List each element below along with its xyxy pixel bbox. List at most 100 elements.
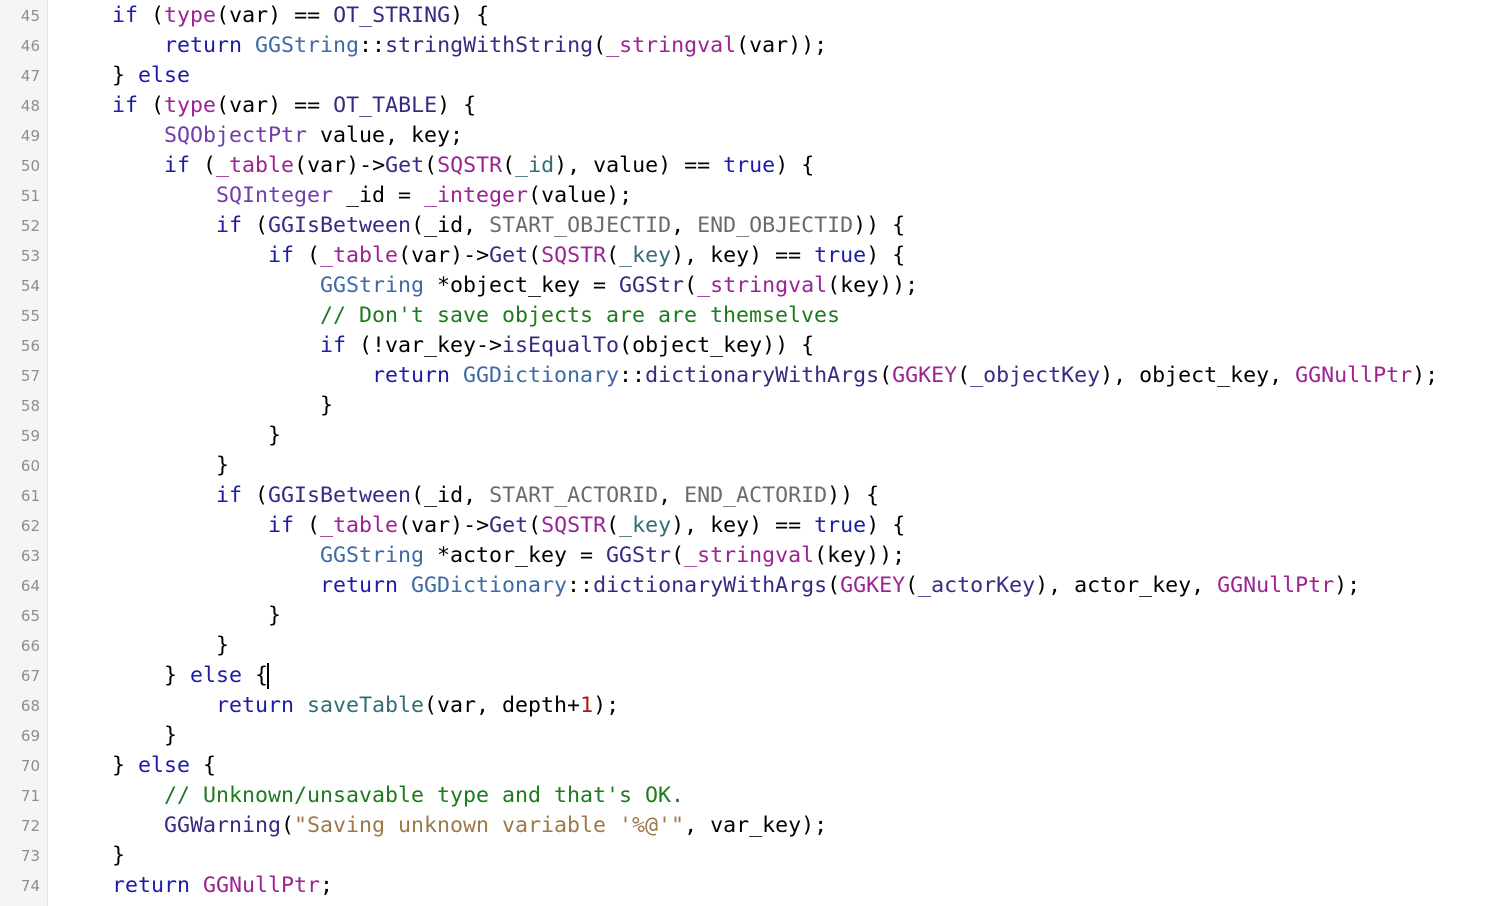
code-line[interactable]: 54 GGString *object_key = GGStr(_stringv…	[0, 271, 1500, 301]
constant-token: END_ACTORID	[684, 483, 828, 508]
code-content[interactable]: if (type(var) == OT_TABLE) {	[60, 91, 476, 121]
code-content[interactable]: // Don't save objects are are themselves	[60, 301, 840, 331]
keyword-token: else	[138, 753, 191, 778]
line-number: 46	[20, 37, 40, 55]
code-content[interactable]: }	[60, 421, 281, 451]
code-content[interactable]: GGString *object_key = GGStr(_stringval(…	[60, 271, 918, 301]
macro-token: OT_TABLE	[333, 93, 438, 118]
method-token: Get	[489, 243, 529, 268]
code-text: {	[242, 663, 269, 688]
variable-token: _id	[515, 153, 555, 178]
code-content[interactable]: }	[60, 451, 229, 481]
code-line[interactable]: 69 }	[0, 721, 1500, 751]
code-line[interactable]: 56 if (!var_key->isEqualTo(object_key)) …	[0, 331, 1500, 361]
code-line[interactable]: 63 GGString *actor_key = GGStr(_stringva…	[0, 541, 1500, 571]
code-text: (	[424, 153, 438, 178]
code-line[interactable]: 47 } else	[0, 61, 1500, 91]
code-line[interactable]: 62 if (_table(var)->Get(SQSTR(_key), key…	[0, 511, 1500, 541]
code-line[interactable]: 67 } else {	[0, 661, 1500, 691]
variable-token: _key	[619, 243, 672, 268]
code-text: ::	[567, 573, 594, 598]
code-line[interactable]: 55 // Don't save objects are are themsel…	[0, 301, 1500, 331]
function-token: GGKEY	[840, 573, 906, 598]
method-token: stringWithString	[385, 33, 594, 58]
code-line[interactable]: 74 return GGNullPtr;	[0, 871, 1500, 901]
method-token: GGStr	[619, 273, 685, 298]
code-line[interactable]: 68 return saveTable(var, depth+1);	[0, 691, 1500, 721]
function-token: _stringval	[684, 543, 815, 568]
number-token: 1	[580, 693, 594, 718]
code-line[interactable]: 45 if (type(var) == OT_STRING) {	[0, 1, 1500, 31]
code-content[interactable]: if (GGIsBetween(_id, START_OBJECTID, END…	[60, 211, 905, 241]
code-line[interactable]: 50 if (_table(var)->Get(SQSTR(_id), valu…	[0, 151, 1500, 181]
code-line[interactable]: 60 }	[0, 451, 1500, 481]
code-content[interactable]: }	[60, 601, 281, 631]
function-token: _table	[320, 243, 399, 268]
code-text: (var)->	[398, 243, 490, 268]
code-content[interactable]: }	[60, 721, 177, 751]
code-content[interactable]: } else	[60, 61, 190, 91]
code-content[interactable]: if (_table(var)->Get(SQSTR(_key), key) =…	[60, 511, 905, 541]
code-content[interactable]: return GGDictionary::dictionaryWithArgs(…	[60, 571, 1360, 601]
code-line[interactable]: 65 }	[0, 601, 1500, 631]
code-text: ;	[320, 873, 334, 898]
code-line[interactable]: 57 return GGDictionary::dictionaryWithAr…	[0, 361, 1500, 391]
line-number: 63	[20, 547, 40, 565]
keyword-token: true	[814, 243, 867, 268]
code-line[interactable]: 51 SQInteger _id = _integer(value);	[0, 181, 1500, 211]
code-text: }	[164, 723, 178, 748]
code-line[interactable]: 72 GGWarning("Saving unknown variable '%…	[0, 811, 1500, 841]
code-content[interactable]: return GGDictionary::dictionaryWithArgs(…	[60, 361, 1438, 391]
code-text: (	[905, 573, 919, 598]
code-line[interactable]: 52 if (GGIsBetween(_id, START_OBJECTID, …	[0, 211, 1500, 241]
code-text: (_id,	[411, 483, 490, 508]
code-text: ) {	[866, 513, 906, 538]
code-content[interactable]: return saveTable(var, depth+1);	[60, 691, 619, 721]
code-text: (!var_key->	[346, 333, 503, 358]
code-content[interactable]: if (!var_key->isEqualTo(object_key)) {	[60, 331, 814, 361]
code-text: }	[112, 753, 139, 778]
code-content[interactable]: } else {	[60, 661, 270, 691]
function-token: _stringval	[606, 33, 737, 58]
code-lines[interactable]: 45 if (type(var) == OT_STRING) {46 retur…	[0, 1, 1500, 901]
code-content[interactable]: if (_table(var)->Get(SQSTR(_key), key) =…	[60, 241, 905, 271]
method-token: isEqualTo	[502, 333, 620, 358]
code-editor[interactable]: 45 if (type(var) == OT_STRING) {46 retur…	[0, 0, 1500, 906]
keyword-token: else	[138, 63, 191, 88]
code-content[interactable]: SQInteger _id = _integer(value);	[60, 181, 632, 211]
code-text: value, key;	[307, 123, 464, 148]
code-line[interactable]: 46 return GGString::stringWithString(_st…	[0, 31, 1500, 61]
code-content[interactable]: return GGString::stringWithString(_strin…	[60, 31, 827, 61]
code-content[interactable]: } else {	[60, 751, 216, 781]
line-number: 59	[20, 427, 40, 445]
code-content[interactable]: // Unknown/unsavable type and that's OK.	[60, 781, 684, 811]
code-content[interactable]: if (GGIsBetween(_id, START_ACTORID, END_…	[60, 481, 879, 511]
method-token: GGIsBetween	[268, 483, 412, 508]
code-content[interactable]: }	[60, 841, 125, 871]
comment-token: // Unknown/unsavable type and that's OK.	[164, 783, 685, 808]
code-line[interactable]: 66 }	[0, 631, 1500, 661]
code-content[interactable]: if (_table(var)->Get(SQSTR(_id), value) …	[60, 151, 814, 181]
code-text: ) {	[775, 153, 815, 178]
code-content[interactable]: GGWarning("Saving unknown variable '%@'"…	[60, 811, 827, 841]
code-line[interactable]: 48 if (type(var) == OT_TABLE) {	[0, 91, 1500, 121]
code-line[interactable]: 59 }	[0, 421, 1500, 451]
code-line[interactable]: 53 if (_table(var)->Get(SQSTR(_key), key…	[0, 241, 1500, 271]
code-line[interactable]: 61 if (GGIsBetween(_id, START_ACTORID, E…	[0, 481, 1500, 511]
code-line[interactable]: 73 }	[0, 841, 1500, 871]
code-content[interactable]: SQObjectPtr value, key;	[60, 121, 463, 151]
code-content[interactable]: GGString *actor_key = GGStr(_stringval(k…	[60, 541, 905, 571]
constant-token: START_OBJECTID	[489, 213, 672, 238]
function-token: GGNullPtr	[203, 873, 321, 898]
line-number: 56	[20, 337, 40, 355]
code-text: (var) ==	[216, 93, 334, 118]
code-content[interactable]: if (type(var) == OT_STRING) {	[60, 1, 489, 31]
code-line[interactable]: 58 }	[0, 391, 1500, 421]
code-line[interactable]: 70 } else {	[0, 751, 1500, 781]
code-content[interactable]: return GGNullPtr;	[60, 871, 333, 901]
code-line[interactable]: 64 return GGDictionary::dictionaryWithAr…	[0, 571, 1500, 601]
code-line[interactable]: 49 SQObjectPtr value, key;	[0, 121, 1500, 151]
code-content[interactable]: }	[60, 391, 333, 421]
code-content[interactable]: }	[60, 631, 229, 661]
code-line[interactable]: 71 // Unknown/unsavable type and that's …	[0, 781, 1500, 811]
